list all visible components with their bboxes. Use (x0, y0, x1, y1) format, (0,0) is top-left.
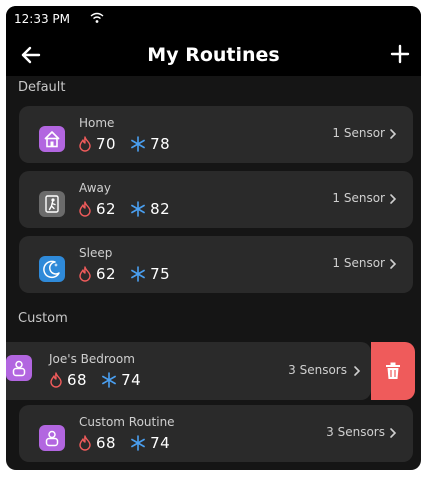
chevron-right-icon (354, 366, 361, 376)
heat-setpoint: 62 (96, 199, 117, 218)
flame-icon (79, 135, 91, 152)
person-icon (6, 355, 32, 381)
routine-card-joes-bedroom[interactable]: Joe's Bedroom 68 74 3 Sensors (6, 342, 421, 400)
heat-setpoint: 62 (96, 264, 117, 283)
chevron-right-icon (390, 194, 397, 204)
routine-name: Home (79, 116, 115, 130)
sensor-count: 3 Sensors (288, 363, 347, 377)
phone-screen: 12:33 PM My Routines Default Home 70 78 … (6, 6, 421, 470)
routine-name: Joe's Bedroom (49, 352, 135, 366)
cool-setpoint: 82 (150, 199, 171, 218)
cool-setpoint: 75 (150, 264, 171, 283)
sensor-count: 1 Sensor (332, 126, 385, 140)
trash-icon (386, 362, 400, 379)
routine-temperatures: 62 75 (78, 264, 170, 284)
flame-icon (50, 371, 62, 388)
add-routine-icon[interactable] (389, 43, 411, 65)
chevron-right-icon (390, 129, 397, 139)
routine-temperatures: 62 82 (78, 199, 170, 219)
status-bar: 12:33 PM (6, 6, 421, 36)
snowflake-icon (131, 265, 145, 282)
routine-card-custom-routine[interactable]: Custom Routine 68 74 3 Sensors (19, 405, 413, 462)
sensor-count: 3 Sensors (326, 425, 385, 439)
chevron-right-icon (390, 259, 397, 269)
chevron-right-icon (390, 428, 397, 438)
flame-icon (79, 434, 91, 451)
routine-card-home[interactable]: Home 70 78 1 Sensor (19, 106, 413, 163)
walking-person-icon (39, 191, 65, 217)
routine-name: Custom Routine (79, 415, 175, 429)
snowflake-icon (131, 135, 145, 152)
heat-setpoint: 68 (67, 370, 88, 389)
routine-temperatures: 68 74 (49, 370, 141, 390)
sensor-count: 1 Sensor (332, 191, 385, 205)
routine-card-sleep[interactable]: Sleep 62 75 1 Sensor (19, 236, 413, 293)
moon-icon (39, 256, 65, 282)
delete-button[interactable] (371, 342, 415, 400)
sensor-count: 1 Sensor (332, 256, 385, 270)
person-icon (39, 425, 65, 451)
status-time: 12:33 PM (14, 12, 70, 26)
flame-icon (79, 265, 91, 282)
wifi-icon (90, 12, 104, 23)
section-label-default: Default (18, 80, 66, 95)
cool-setpoint: 78 (150, 134, 171, 153)
home-icon (39, 126, 65, 152)
routine-card-body[interactable]: Joe's Bedroom 68 74 3 Sensors (6, 342, 371, 400)
heat-setpoint: 70 (96, 134, 117, 153)
routine-name: Away (79, 181, 111, 195)
cool-setpoint: 74 (121, 370, 142, 389)
page-title: My Routines (147, 44, 280, 66)
snowflake-icon (131, 434, 145, 451)
cool-setpoint: 74 (150, 433, 171, 452)
routine-temperatures: 70 78 (78, 134, 170, 154)
snowflake-icon (102, 371, 116, 388)
heat-setpoint: 68 (96, 433, 117, 452)
routine-temperatures: 68 74 (78, 433, 170, 453)
section-label-custom: Custom (18, 311, 68, 326)
snowflake-icon (131, 200, 145, 217)
header-bar: My Routines (6, 36, 421, 76)
routine-card-away[interactable]: Away 62 82 1 Sensor (19, 171, 413, 228)
flame-icon (79, 200, 91, 217)
routine-name: Sleep (79, 246, 113, 260)
